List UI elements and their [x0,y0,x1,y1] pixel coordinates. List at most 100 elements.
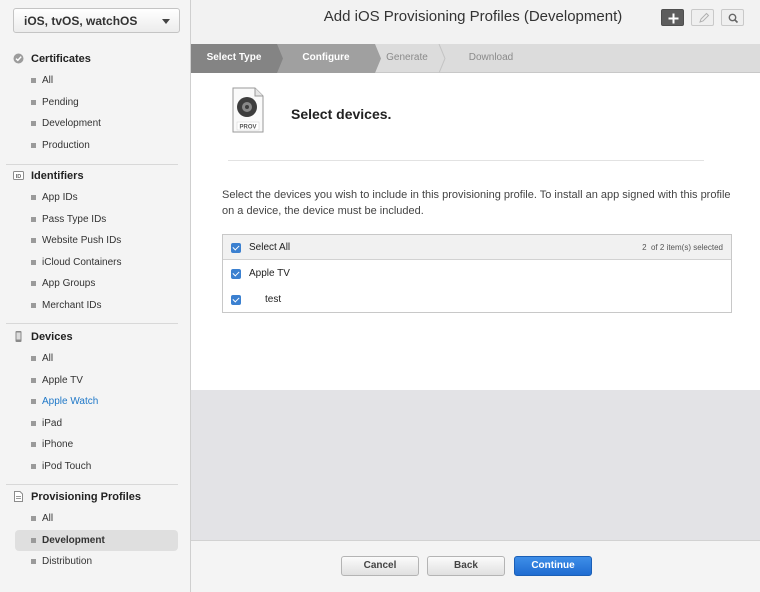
sidebar-item-certificates-development[interactable]: Development [0,113,191,135]
sidebar-item-app-ids[interactable]: App IDs [0,187,191,209]
bullet-icon [31,142,36,148]
sidebar-item-label: Merchant IDs [42,299,102,311]
sidebar-item-label: All [42,353,54,364]
footer-bar: Cancel Back Continue [191,540,760,592]
sidebar-item-profiles-development[interactable]: Development [15,529,178,551]
content-title: Select devices. [291,106,392,122]
sidebar-item-label: iPod Touch [42,460,92,472]
select-all-checkbox[interactable] [231,243,241,253]
table-header: Select All 2 of 2 item(s) selected [223,235,731,260]
header-bar: Add iOS Provisioning Profiles (Developme… [191,0,760,44]
bullet-icon [31,537,36,543]
cancel-button[interactable]: Cancel [341,556,419,576]
profile-icon [14,491,23,502]
search-button[interactable] [721,9,744,26]
sidebar-item-merchant-ids[interactable]: Merchant IDs [0,295,191,317]
prov-icon-label: PROV [239,125,256,131]
sidebar-item-label: Distribution [42,556,93,567]
continue-button[interactable]: Continue [514,556,592,576]
section-title: Provisioning Profiles [31,491,142,503]
bullet-icon [31,281,36,286]
section-devices: Devices All Apple TV Apple Watch iPad iP… [0,328,191,477]
section-title: Identifiers [31,170,84,182]
sidebar-item-certificates-pending[interactable]: Pending [0,92,191,114]
sidebar-item-profiles-all[interactable]: All [0,508,191,530]
step-arrows [277,44,446,73]
bullet-icon [31,559,36,564]
divider [6,164,178,165]
sidebar-item-label: iPad [42,417,63,429]
add-button[interactable] [661,9,684,26]
sidebar-item-label: Development [42,118,101,129]
main-panel: Add iOS Provisioning Profiles (Developme… [191,0,760,592]
divider [6,484,178,485]
section-certificates: Certificates All Pending Development Pro… [0,50,191,156]
divider [228,160,704,161]
bullet-icon [31,302,36,308]
divider [6,323,178,324]
selection-count: 2 of 2 item(s) selected [642,243,723,252]
sidebar-item-label: iCloud Containers [42,256,122,268]
sidebar-item-app-groups[interactable]: App Groups [0,273,191,295]
certificate-icon [13,53,24,64]
sidebar-item-label: App IDs [42,192,78,203]
bullet-icon [31,121,36,126]
chevron-down-icon [162,19,170,24]
content-area: PROV Select devices. Select the devices … [191,73,760,390]
bullet-icon [31,216,36,222]
bullet-icon [31,463,36,469]
section-title: Certificates [31,53,91,65]
section-title: Devices [31,331,73,343]
sidebar: iOS, tvOS, watchOS Certificates All Pend… [0,0,191,592]
platform-select[interactable]: iOS, tvOS, watchOS [13,8,180,33]
sidebar-item-pass-type-ids[interactable]: Pass Type IDs [0,209,191,231]
sidebar-item-icloud-containers[interactable]: iCloud Containers [0,252,191,274]
sidebar-item-label: App Groups [42,278,96,289]
section-header-identifiers: ID Identifiers [0,167,191,187]
bullet-icon [31,238,36,243]
sidebar-item-label: Pending [42,96,79,108]
bullet-icon [31,356,36,361]
bullet-icon [31,377,36,383]
sidebar-item-apple-tv[interactable]: Apple TV [0,370,191,392]
device-checkbox[interactable] [231,269,241,279]
device-table: Select All 2 of 2 item(s) selected Apple… [222,234,732,313]
sidebar-item-certificates-production[interactable]: Production [0,135,191,157]
id-badge-icon: ID [13,171,24,180]
sidebar-item-label: All [42,75,54,86]
search-icon [728,13,739,24]
device-label: test [265,294,282,305]
sidebar-item-label: Pass Type IDs [42,213,107,225]
sidebar-item-apple-watch[interactable]: Apple Watch [0,391,191,413]
section-header-provisioning-profiles: Provisioning Profiles [0,488,191,508]
sidebar-item-iphone[interactable]: iPhone [0,434,191,456]
description-text: Select the devices you wish to include i… [222,189,731,217]
sidebar-item-devices-all[interactable]: All [0,348,191,370]
sidebar-item-label: Apple Watch [42,396,99,407]
sidebar-item-label: Production [42,139,90,151]
bullet-icon [31,399,36,404]
back-button[interactable]: Back [427,556,505,576]
sidebar-item-label: Website Push IDs [42,235,122,246]
sidebar-item-label: Development [42,534,105,546]
empty-area [191,390,760,540]
add-icon [668,13,679,24]
edit-button[interactable] [691,9,714,26]
platform-select-value: iOS, tvOS, watchOS [24,14,138,28]
sidebar-item-ipod-touch[interactable]: iPod Touch [0,456,191,478]
section-provisioning-profiles: Provisioning Profiles All Development Di… [0,488,191,573]
wizard-steps: Select Type Configure Generate Download [191,44,760,73]
section-header-devices: Devices [0,328,191,348]
sidebar-item-website-push-ids[interactable]: Website Push IDs [0,230,191,252]
bullet-icon [31,259,36,265]
provisioning-file-icon: PROV [232,87,264,133]
section-identifiers: ID Identifiers App IDs Pass Type IDs Web… [0,167,191,316]
sidebar-item-ipad[interactable]: iPad [0,413,191,435]
select-all-label: Select All [249,242,291,253]
device-checkbox[interactable] [231,295,241,305]
phone-icon [15,331,22,342]
svg-text:ID: ID [16,174,22,180]
bullet-icon [31,420,36,426]
sidebar-item-profiles-distribution[interactable]: Distribution [0,551,191,573]
sidebar-item-certificates-all[interactable]: All [0,70,191,92]
